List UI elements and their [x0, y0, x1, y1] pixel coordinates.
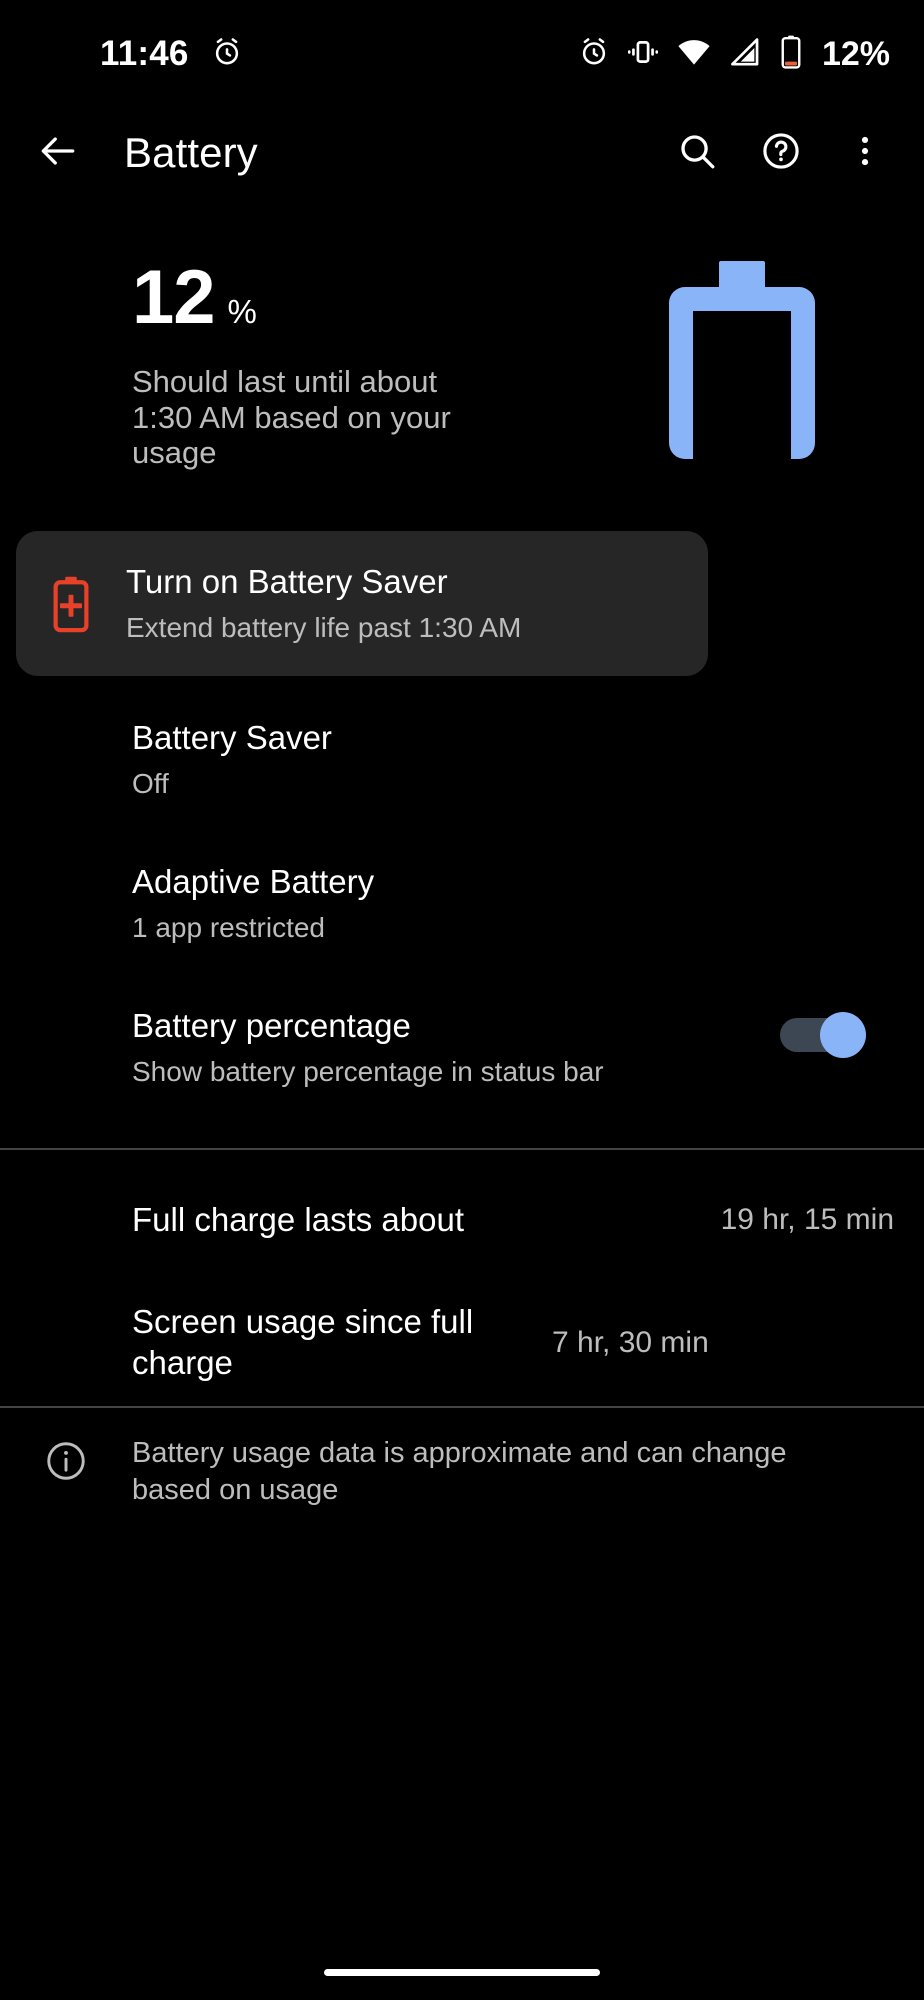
gesture-nav-bar	[0, 1944, 924, 2000]
stat-screen-usage-value: 7 hr, 30 min	[552, 1325, 709, 1359]
cell-signal-icon	[728, 35, 762, 74]
pref-battery-percentage-summary: Show battery percentage in status bar	[132, 1055, 604, 1087]
battery-saver-suggestion-card[interactable]: Turn on Battery Saver Extend battery lif…	[16, 531, 708, 676]
pref-adaptive-battery[interactable]: Adaptive Battery 1 app restricted	[132, 862, 892, 945]
battery-level-text: 12 % Should last until about 1:30 AM bas…	[132, 260, 552, 471]
footer-note: Battery usage data is approximate and ca…	[0, 1435, 924, 1509]
wifi-icon	[676, 34, 712, 75]
battery-percent-value: 12	[132, 255, 216, 340]
pref-adaptive-battery-title: Adaptive Battery	[132, 863, 375, 900]
divider-top	[0, 1148, 924, 1150]
status-bar-right: 12%	[578, 34, 890, 75]
status-bar-battery-percent: 12%	[821, 34, 890, 73]
battery-settings-screen: 11:46 12% Battery 12 % Should last until…	[0, 0, 924, 2000]
stat-full-charge[interactable]: Full charge lasts about 19 hr, 15 min	[132, 1185, 894, 1255]
search-icon	[676, 130, 718, 177]
battery-saver-card-subtitle: Extend battery life past 1:30 AM	[126, 612, 522, 643]
pref-battery-saver[interactable]: Battery Saver Off	[132, 718, 892, 801]
search-button[interactable]	[666, 122, 728, 184]
back-button[interactable]	[26, 121, 90, 185]
percent-symbol: %	[227, 293, 257, 330]
pref-battery-percentage-title: Battery percentage	[132, 1007, 411, 1044]
alarm-icon	[211, 36, 243, 73]
pref-adaptive-battery-summary: 1 app restricted	[132, 911, 325, 943]
back-arrow-icon	[36, 129, 80, 178]
status-bar-left: 11:46	[100, 34, 243, 74]
battery-saver-card-title: Turn on Battery Saver	[126, 563, 448, 601]
help-circle-icon	[760, 130, 802, 177]
toggle-knob	[820, 1012, 866, 1058]
more-vert-icon	[846, 132, 884, 175]
app-bar-actions	[666, 122, 896, 184]
vibrate-icon	[626, 35, 660, 74]
status-bar-clock: 11:46	[100, 34, 189, 73]
pref-battery-percentage-row: Battery percentage Show battery percenta…	[132, 1006, 894, 1089]
info-icon	[0, 1435, 132, 1483]
battery-percent-row: 12 %	[132, 260, 552, 336]
stat-screen-usage-label: Screen usage since full charge	[132, 1303, 474, 1381]
stat-full-charge-value: 19 hr, 15 min	[720, 1203, 894, 1236]
divider-bottom	[0, 1406, 924, 1408]
pref-battery-saver-title: Battery Saver	[132, 719, 332, 756]
battery-estimate-text: Should last until about 1:30 AM based on…	[132, 364, 451, 471]
stat-full-charge-label: Full charge lasts about	[132, 1200, 465, 1238]
stat-screen-usage[interactable]: Screen usage since full charge 7 hr, 30 …	[132, 1290, 894, 1395]
battery-graphic	[657, 255, 827, 470]
overflow-menu-button[interactable]	[834, 122, 896, 184]
footer-text: Battery usage data is approximate and ca…	[132, 1437, 787, 1507]
battery-saver-card-text: Turn on Battery Saver Extend battery lif…	[126, 562, 708, 644]
pref-battery-percentage[interactable]: Battery percentage Show battery percenta…	[132, 1006, 894, 1089]
battery-icon	[778, 34, 804, 75]
app-bar: Battery	[0, 108, 924, 198]
home-gesture-pill[interactable]	[324, 1968, 600, 1976]
page-title: Battery	[124, 129, 258, 176]
battery-level-header: 12 % Should last until about 1:30 AM bas…	[0, 235, 924, 525]
alarm-icon	[578, 36, 610, 73]
pref-battery-percentage-text: Battery percentage Show battery percenta…	[132, 1006, 632, 1089]
status-bar: 11:46 12%	[0, 0, 924, 108]
help-button[interactable]	[750, 122, 812, 184]
battery-percentage-toggle[interactable]	[780, 1012, 866, 1058]
battery-saver-icon	[16, 575, 126, 633]
pref-battery-saver-summary: Off	[132, 767, 169, 799]
